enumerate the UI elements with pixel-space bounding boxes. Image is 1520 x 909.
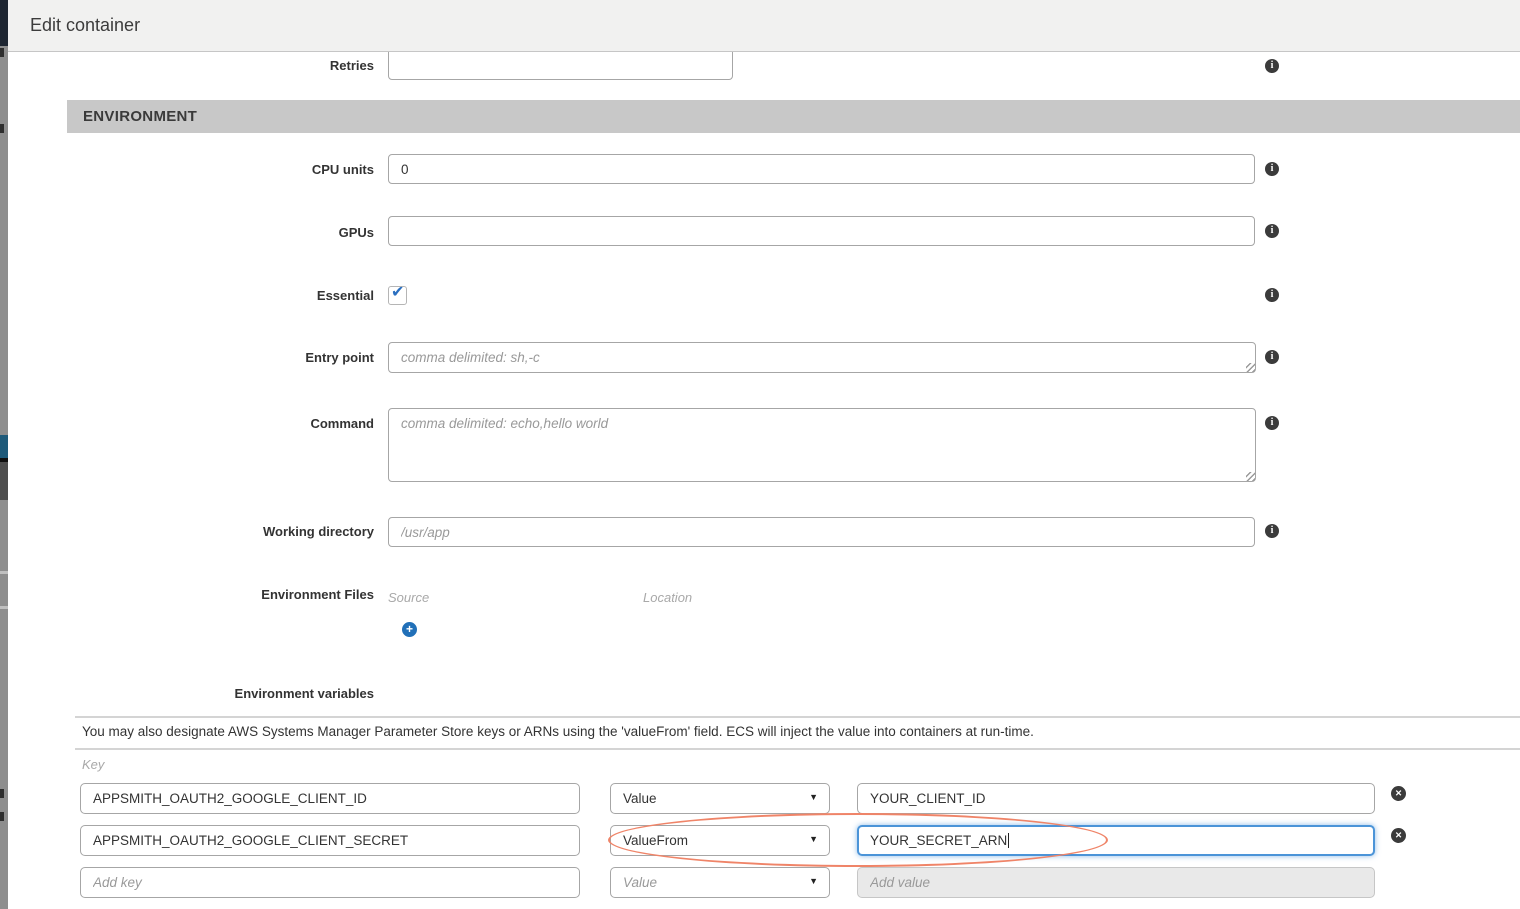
delete-x-icon: ✕ — [1395, 830, 1402, 840]
resize-grip-icon[interactable] — [1246, 363, 1255, 372]
info-icon[interactable]: i — [1265, 350, 1279, 364]
environment-variables-note: You may also designate AWS Systems Manag… — [82, 724, 1034, 739]
source-column-header: Source — [388, 590, 429, 605]
resize-grip-icon[interactable] — [1246, 472, 1255, 481]
background-divider-fragment — [0, 606, 8, 609]
remove-env-var-button[interactable]: ✕ — [1391, 828, 1406, 843]
remove-env-var-button[interactable]: ✕ — [1391, 786, 1406, 801]
checkmark-icon: ✔ — [391, 282, 404, 302]
command-label: Command — [8, 416, 374, 431]
edit-container-panel: Edit container Retries i ENVIRONMENT CPU… — [8, 0, 1520, 909]
screen: Edit container Retries i ENVIRONMENT CPU… — [0, 0, 1520, 909]
cpu-units-label: CPU units — [8, 162, 374, 177]
working-directory-label: Working directory — [8, 524, 374, 539]
info-icon[interactable]: i — [1265, 59, 1279, 73]
background-text-fragment — [0, 124, 4, 133]
env-var-key-input[interactable] — [80, 825, 580, 856]
env-var-type-select[interactable]: Value ▼ — [610, 783, 830, 814]
info-icon[interactable]: i — [1265, 524, 1279, 538]
env-var-type-select[interactable]: Value ▼ — [610, 867, 830, 898]
background-text-fragment — [0, 789, 4, 798]
background-text-fragment — [0, 48, 4, 57]
divider — [75, 716, 1520, 718]
environment-variables-label: Environment variables — [8, 686, 374, 701]
env-var-value-text: YOUR_SECRET_ARN — [870, 833, 1007, 848]
entry-point-label: Entry point — [8, 350, 374, 365]
chevron-down-icon: ▼ — [809, 834, 818, 844]
selected-option-label: Value — [623, 875, 657, 890]
chevron-down-icon: ▼ — [809, 792, 818, 802]
env-var-value-input[interactable] — [857, 783, 1375, 814]
env-var-type-select[interactable]: ValueFrom ▼ — [610, 825, 830, 856]
command-input[interactable] — [388, 408, 1256, 482]
background-divider-fragment — [0, 571, 8, 574]
env-var-value-input[interactable] — [857, 867, 1375, 898]
location-column-header: Location — [643, 590, 692, 605]
background-page-sliver — [0, 0, 8, 909]
gpus-label: GPUs — [8, 225, 374, 240]
info-icon[interactable]: i — [1265, 288, 1279, 302]
environment-section-header: ENVIRONMENT — [67, 100, 1520, 133]
background-blue-fragment — [0, 435, 8, 458]
background-dark-fragment — [0, 462, 8, 500]
retries-label: Retries — [8, 58, 374, 73]
info-icon[interactable]: i — [1265, 224, 1279, 238]
essential-label: Essential — [8, 288, 374, 303]
panel-header: Edit container — [8, 0, 1520, 52]
background-text-fragment — [0, 812, 4, 821]
working-directory-input[interactable] — [388, 517, 1255, 547]
panel-title: Edit container — [30, 15, 140, 36]
plus-icon: + — [406, 622, 413, 636]
background-topbar-fragment — [0, 0, 8, 46]
env-var-value-input-focused[interactable]: YOUR_SECRET_ARN — [857, 825, 1375, 856]
add-environment-file-button[interactable]: + — [402, 622, 417, 637]
selected-option-label: ValueFrom — [623, 833, 688, 848]
cpu-units-input[interactable] — [388, 154, 1255, 184]
delete-x-icon: ✕ — [1395, 788, 1402, 798]
environment-files-label: Environment Files — [8, 587, 374, 602]
divider — [75, 748, 1520, 750]
essential-checkbox[interactable]: ✔ — [388, 286, 407, 305]
selected-option-label: Value — [623, 791, 657, 806]
env-var-key-input[interactable] — [80, 867, 580, 898]
key-column-header: Key — [82, 757, 104, 772]
gpus-input[interactable] — [388, 216, 1255, 246]
text-cursor — [1008, 833, 1009, 848]
info-icon[interactable]: i — [1265, 416, 1279, 430]
env-var-key-input[interactable] — [80, 783, 580, 814]
chevron-down-icon: ▼ — [809, 876, 818, 886]
info-icon[interactable]: i — [1265, 162, 1279, 176]
entry-point-input[interactable] — [388, 342, 1256, 373]
environment-section-label: ENVIRONMENT — [83, 100, 197, 133]
